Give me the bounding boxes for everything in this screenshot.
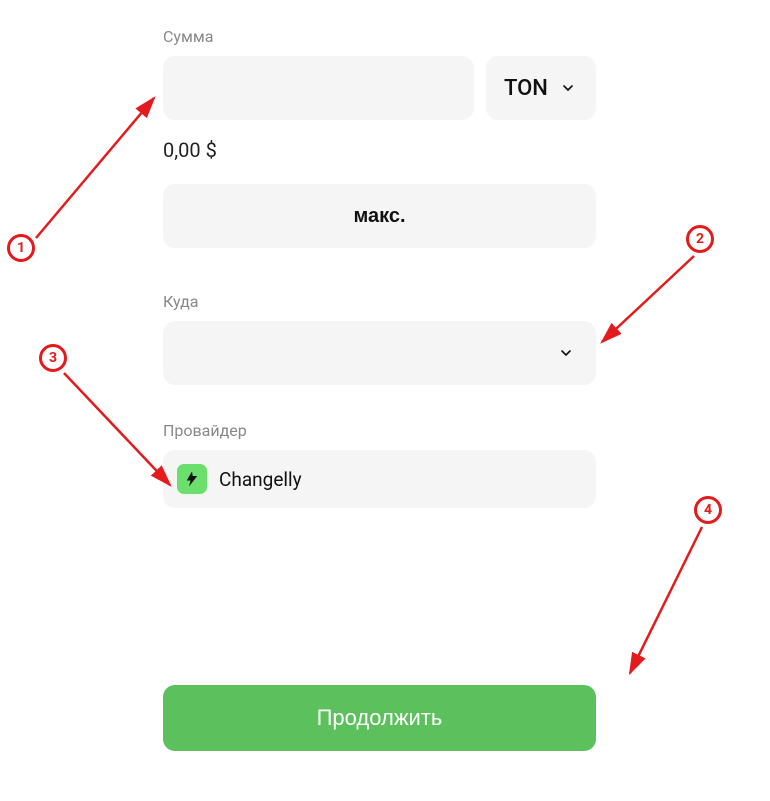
annotation-arrow-3 xyxy=(58,367,178,495)
amount-row: TON xyxy=(163,56,596,120)
annotation-arrow-2 xyxy=(594,250,702,350)
currency-select[interactable]: TON xyxy=(486,56,596,120)
annotation-badge-1: 1 xyxy=(7,234,35,262)
form-panel: Сумма TON 0,00 $ макс. Куда Провайдер Ch… xyxy=(163,27,596,508)
annotation-badge-2: 2 xyxy=(686,225,714,253)
chevron-down-icon xyxy=(558,345,574,361)
chevron-down-icon xyxy=(560,80,576,96)
continue-button[interactable]: Продолжить xyxy=(163,685,596,751)
destination-label: Куда xyxy=(163,292,596,311)
annotation-arrow-1 xyxy=(32,92,160,242)
changelly-icon xyxy=(177,464,207,494)
currency-selected-text: TON xyxy=(504,76,548,101)
fiat-value: 0,00 $ xyxy=(163,138,596,162)
amount-label: Сумма xyxy=(163,27,596,46)
provider-name: Changelly xyxy=(219,468,302,491)
max-button[interactable]: макс. xyxy=(163,184,596,248)
destination-select[interactable] xyxy=(163,321,596,385)
provider-select[interactable]: Changelly xyxy=(163,450,596,508)
annotation-badge-4: 4 xyxy=(694,496,722,524)
annotation-arrow-4 xyxy=(620,521,710,681)
amount-input[interactable] xyxy=(163,56,474,120)
provider-label: Провайдер xyxy=(163,421,596,440)
